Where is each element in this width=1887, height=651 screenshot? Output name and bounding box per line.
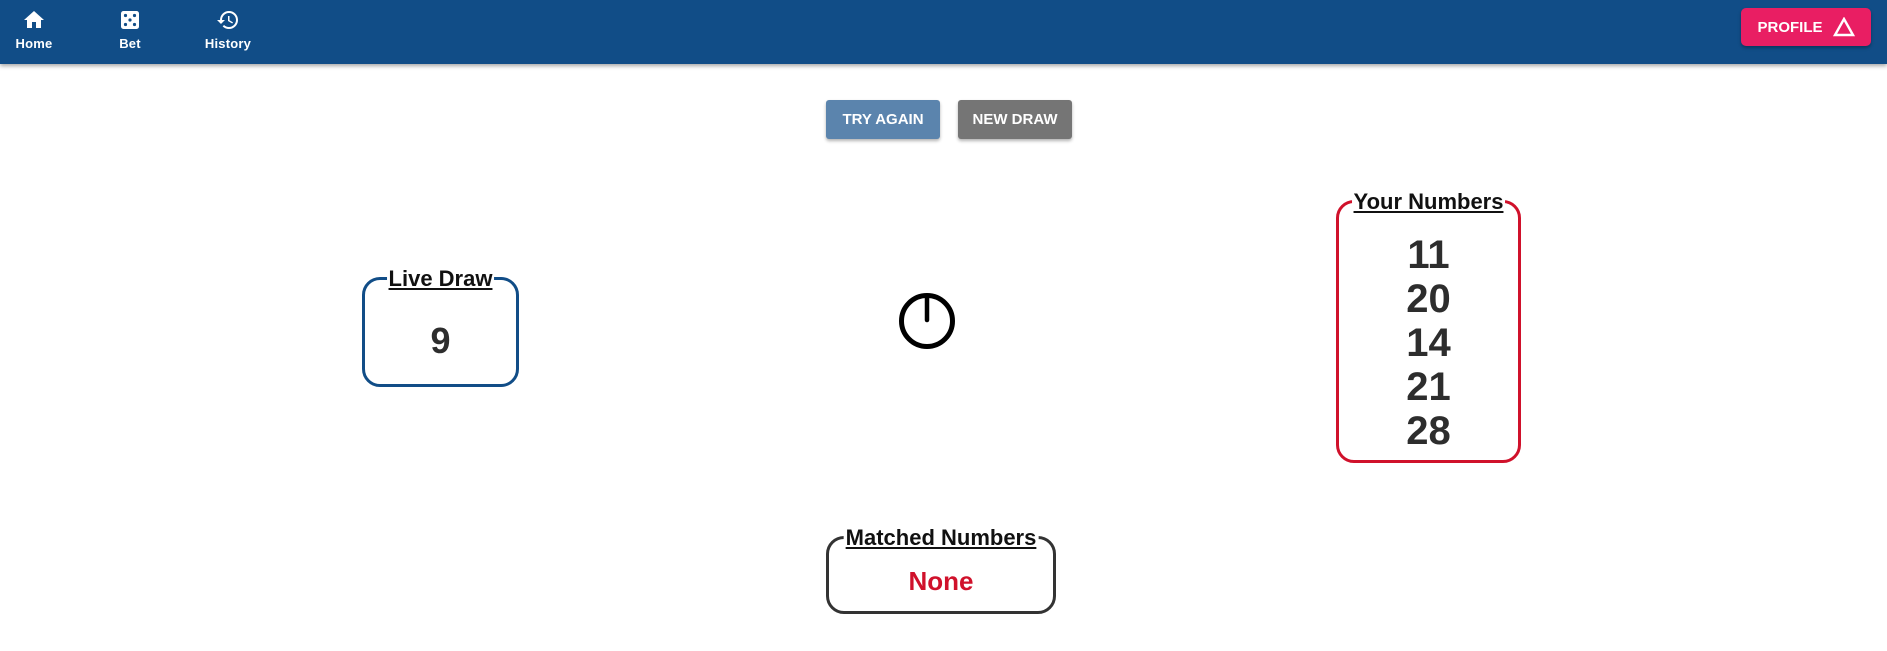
matched-numbers-value: None [908, 566, 974, 596]
nav-history-label: History [204, 35, 252, 51]
new-draw-button[interactable]: NEW DRAW [958, 100, 1072, 139]
try-again-button[interactable]: TRY AGAIN [826, 100, 940, 139]
your-number-item: 28 [1406, 409, 1451, 453]
your-number-item: 14 [1406, 321, 1451, 365]
profile-button[interactable]: PROFILE [1741, 8, 1871, 46]
history-icon [217, 10, 238, 29]
matched-numbers-box: Matched Numbers None [826, 525, 1056, 614]
live-draw-box: Live Draw 9 [362, 266, 519, 387]
your-numbers-title: Your Numbers [1351, 189, 1506, 215]
home-icon [24, 10, 44, 28]
live-draw-value: 9 [430, 320, 451, 361]
your-number-item: 20 [1406, 277, 1451, 321]
live-draw-title: Live Draw [386, 266, 495, 292]
nav-home-label: Home [15, 35, 53, 51]
profile-button-label: PROFILE [1757, 18, 1823, 36]
your-number-item: 21 [1406, 365, 1451, 409]
app-bar: Home Bet History PROFILE [0, 0, 1887, 64]
nav-bet-label: Bet [119, 35, 141, 51]
nav-bet[interactable]: Bet [100, 0, 160, 58]
nav-history[interactable]: History [196, 0, 260, 58]
warning-triangle-icon [1832, 17, 1855, 37]
nav-home[interactable]: Home [4, 0, 64, 58]
your-number-item: 11 [1407, 233, 1450, 277]
dice-icon [121, 10, 139, 29]
your-numbers-list: 11 20 14 21 28 [1339, 233, 1518, 453]
matched-numbers-title: Matched Numbers [843, 525, 1039, 551]
power-icon[interactable] [898, 292, 956, 350]
your-numbers-box: Your Numbers 11 20 14 21 28 [1336, 189, 1521, 463]
